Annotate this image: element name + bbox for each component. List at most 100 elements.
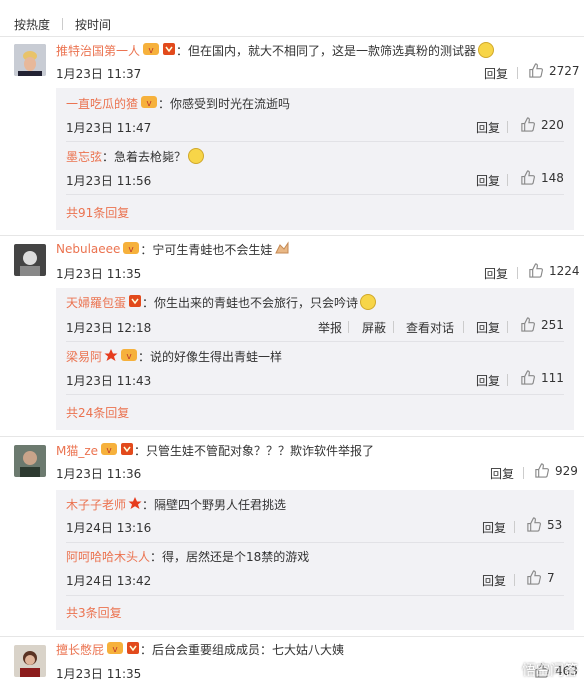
reply-time: 1月23日 11:47 xyxy=(66,121,152,135)
reply-time: 1月24日 13:16 xyxy=(66,521,152,535)
action-separator xyxy=(393,321,394,333)
block-button[interactable]: 屏蔽 xyxy=(362,319,386,336)
action-separator xyxy=(517,67,518,79)
username[interactable]: 一直吃瓜的猹 xyxy=(66,95,138,112)
action-separator xyxy=(507,321,508,333)
like-button[interactable]: 929 xyxy=(534,463,578,478)
like-button[interactable]: 148 xyxy=(520,170,564,185)
member-badge-icon xyxy=(162,42,176,59)
reply-button[interactable]: 回复 xyxy=(476,372,500,389)
reply-button[interactable]: 回复 xyxy=(482,572,506,589)
like-count: 1224 xyxy=(549,263,580,278)
like-button[interactable]: 53 xyxy=(526,517,562,532)
avatar[interactable] xyxy=(14,44,46,76)
action-separator xyxy=(523,467,524,479)
reply-button[interactable]: 回复 xyxy=(476,172,500,189)
action-separator xyxy=(507,121,508,133)
reply-divider xyxy=(66,542,564,543)
username[interactable]: 梁易阿 xyxy=(66,348,102,365)
vip-badge-icon: v xyxy=(120,348,138,365)
comment-time: 1月23日 11:37 xyxy=(56,67,142,81)
reply-time: 1月23日 12:18 xyxy=(66,321,152,335)
reply-text: ：得，居然还是个18禁的游戏 xyxy=(150,549,310,564)
member-badge-icon xyxy=(126,641,140,658)
action-separator xyxy=(514,521,515,533)
thumbs-up-icon xyxy=(521,317,535,332)
username[interactable]: Nebulaeee xyxy=(56,242,120,256)
reply-text: ：急着去枪毙？ xyxy=(102,149,187,164)
thumbs-up-icon xyxy=(527,570,541,585)
top-divider xyxy=(0,36,584,37)
report-button[interactable]: 举报 xyxy=(318,319,342,336)
like-button[interactable]: 7 xyxy=(526,570,555,585)
action-separator xyxy=(463,321,464,333)
comment-divider xyxy=(0,436,584,437)
like-count: 2727 xyxy=(549,63,580,78)
thumbs-up-icon xyxy=(529,63,543,78)
reply-box: 一直吃瓜的猹 v ：你感受到时光在流逝吗 1月23日 11:47 回复 220 … xyxy=(56,88,574,230)
reply-text: ：隔壁四个野男人任君挑选 xyxy=(142,497,287,512)
svg-text:v: v xyxy=(129,245,135,255)
like-button[interactable]: 1224 xyxy=(528,263,580,278)
more-replies-link[interactable]: 共24条回复 xyxy=(66,404,129,421)
reply-text: ：你感受到时光在流逝吗 xyxy=(158,96,291,111)
view-thread-button[interactable]: 查看对话 xyxy=(406,319,454,336)
thumbs-up-icon xyxy=(527,517,541,532)
username[interactable]: 墨忘弦 xyxy=(66,148,102,165)
reply-time: 1月23日 11:43 xyxy=(66,374,152,388)
reply-time: 1月23日 11:56 xyxy=(66,174,152,188)
reply-divider xyxy=(66,595,564,596)
username[interactable]: 天婦羅包蛋 xyxy=(66,294,126,311)
sort-separator xyxy=(62,18,64,30)
reply-box: 天婦羅包蛋 ：你生出来的青蛙也不会旅行，只会吟诗 1月23日 12:18 举报 … xyxy=(56,288,574,430)
username[interactable]: M猫_ze xyxy=(56,442,98,459)
reply-button[interactable]: 回复 xyxy=(482,519,506,536)
avatar[interactable] xyxy=(14,445,46,477)
action-separator xyxy=(517,267,518,279)
more-replies-link[interactable]: 共3条回复 xyxy=(66,604,122,621)
username[interactable]: 木子子老师 xyxy=(66,496,126,513)
reply-button[interactable]: 回复 xyxy=(484,265,508,282)
username[interactable]: 推特治国第一人 xyxy=(56,42,140,59)
vip-badge-icon: v xyxy=(100,442,118,459)
like-count: 7 xyxy=(547,570,555,585)
emoji-icon xyxy=(188,148,205,164)
like-button[interactable]: 2727 xyxy=(528,63,580,78)
like-button[interactable]: 251 xyxy=(520,317,564,332)
reply-divider xyxy=(66,341,564,342)
avatar[interactable] xyxy=(14,244,46,276)
sort-by-time-tab[interactable]: 按时间 xyxy=(75,16,111,33)
reply-button[interactable]: 回复 xyxy=(476,319,500,336)
reply-line: 木子子老师 ：隔壁四个野男人任君挑选 xyxy=(66,495,286,513)
reply-line: 一直吃瓜的猹 v ：你感受到时光在流逝吗 xyxy=(66,94,290,112)
more-replies-link[interactable]: 共91条回复 xyxy=(66,204,129,221)
reply-time: 1月24日 13:42 xyxy=(66,574,152,588)
sort-by-hot-tab[interactable]: 按热度 xyxy=(14,16,50,33)
svg-text:v: v xyxy=(112,645,118,655)
comment-line: M猫_ze v ：只管生娃不管配对象？？？欺诈软件举报了 xyxy=(56,441,374,459)
sort-bar: 按热度 按时间 xyxy=(14,14,111,34)
reply-button[interactable]: 回复 xyxy=(490,465,514,482)
like-button[interactable]: 111 xyxy=(520,370,564,385)
action-separator xyxy=(514,574,515,586)
member-badge-icon xyxy=(120,442,134,459)
comment-text: ：宁可生青蛙也不会生娃 xyxy=(140,242,273,257)
username[interactable]: 擅长憋屁 xyxy=(56,641,104,658)
thumbs-up-icon xyxy=(521,370,535,385)
avatar[interactable] xyxy=(14,645,46,677)
like-count: 148 xyxy=(541,170,564,185)
svg-text:v: v xyxy=(106,446,112,456)
comment-line: 推特治国第一人 v ：但在国内，就大不相同了，这是一款筛选真粉的测试器 xyxy=(56,41,495,59)
reply-divider xyxy=(66,141,564,142)
reply-button[interactable]: 回复 xyxy=(476,119,500,136)
like-button[interactable]: 220 xyxy=(520,117,564,132)
reply-button[interactable]: 回复 xyxy=(484,65,508,82)
like-count: 929 xyxy=(555,463,578,478)
thumbs-up-icon xyxy=(535,463,549,478)
comment-time: 1月23日 11:36 xyxy=(56,467,142,481)
vip-badge-icon: v xyxy=(142,42,160,59)
username[interactable]: 阿呵哈哈木头人 xyxy=(66,548,150,565)
cat-emoji-icon xyxy=(360,294,377,310)
reply-line: 梁易阿 v ：说的好像生得出青蛙一样 xyxy=(66,347,282,365)
comment-text: ：但在国内，就大不相同了，这是一款筛选真粉的测试器 xyxy=(176,43,477,58)
